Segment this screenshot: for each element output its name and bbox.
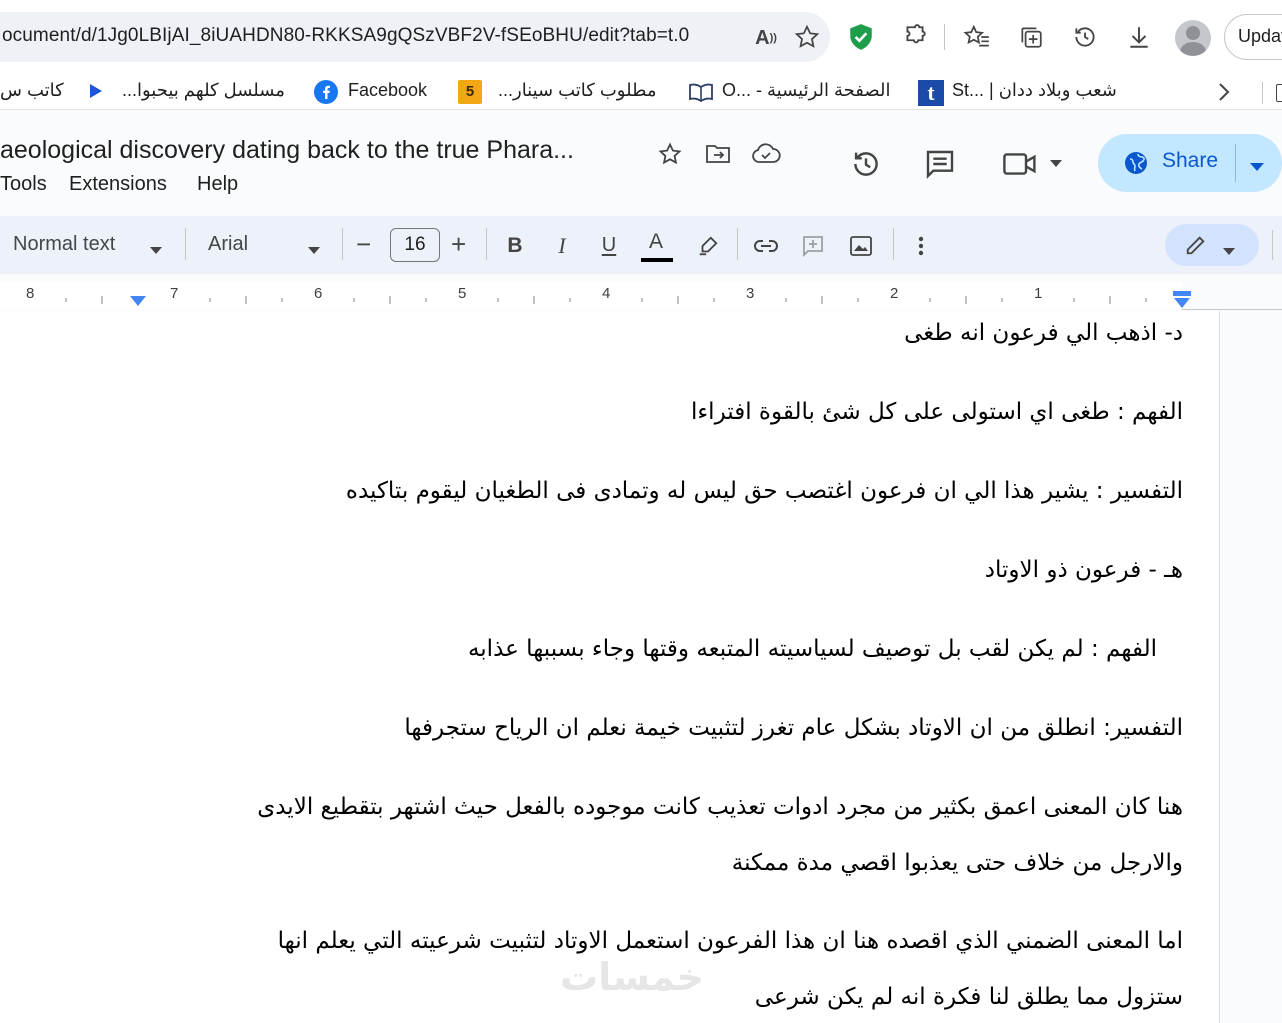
more-options-icon[interactable] <box>910 233 932 259</box>
divider <box>486 228 487 260</box>
cloud-saved-icon[interactable] <box>750 140 782 168</box>
book-icon <box>688 80 714 104</box>
t-icon: t <box>918 80 944 106</box>
divider <box>342 228 343 260</box>
history-icon[interactable] <box>1070 22 1100 52</box>
bookmark-label: مطلوب كاتب سينار... <box>498 80 657 100</box>
divider <box>944 24 945 50</box>
paragraph[interactable]: اما المعنى الضمني الذي اقصده هنا ان هذا … <box>278 913 1183 969</box>
divider <box>1272 230 1273 260</box>
paragraph[interactable]: د- اذهب الي فرعون انه طغى <box>904 311 1183 361</box>
extensions-puzzle-icon[interactable] <box>900 22 930 52</box>
decrease-font-button[interactable]: − <box>356 229 371 260</box>
paragraph[interactable]: الفهم : لم يكن لقب بل توصيف لسياسيته الم… <box>468 621 1157 677</box>
left-indent-marker[interactable] <box>130 296 146 306</box>
chevron-down-icon[interactable] <box>150 241 162 259</box>
bookmark-label: كاتب س <box>0 80 64 100</box>
bookmark-item[interactable]: كاتب س <box>0 80 64 104</box>
menu-help[interactable]: Help <box>197 173 238 196</box>
italic-icon[interactable]: I <box>549 233 575 259</box>
divider <box>893 228 894 260</box>
meet-video-icon[interactable] <box>1000 146 1040 182</box>
paragraph-continuation[interactable]: والارجل من خلاف حتى يعذبوا اقصي مدة ممكن… <box>732 835 1183 891</box>
right-gutter <box>1221 311 1282 1023</box>
bookmark-label: شعب وبلاد ددان | ...St <box>952 80 1117 100</box>
folder-icon[interactable] <box>1276 84 1282 102</box>
first-line-indent-marker[interactable] <box>1173 291 1191 296</box>
chevron-down-icon[interactable] <box>308 241 320 259</box>
highlighter-icon[interactable] <box>694 233 722 259</box>
paragraph[interactable]: التفسير : يشير هذا الي ان فرعون اغتصب حق… <box>346 463 1183 519</box>
share-button[interactable]: Share <box>1098 134 1282 192</box>
divider <box>1262 82 1263 104</box>
chevron-down-icon[interactable] <box>1046 154 1066 174</box>
underline-icon[interactable]: U <box>596 231 622 259</box>
document-page[interactable]: د- اذهب الي فرعون انه طغى الفهم : طغى اي… <box>0 311 1220 1023</box>
update-button[interactable]: Updat <box>1224 14 1282 60</box>
ruler-ticks <box>65 296 1147 304</box>
editing-mode-button[interactable] <box>1165 224 1259 266</box>
divider <box>1235 144 1236 182</box>
chevron-down-icon <box>1223 242 1235 260</box>
right-indent-marker[interactable] <box>1174 298 1190 308</box>
five-icon: 5 <box>458 80 482 104</box>
browser-toolbar: ocument/d/1Jg0LBIjAI_8iUAHDN80-RKKSA9gQS… <box>0 0 1282 74</box>
document-title[interactable]: aeological discovery dating back to the … <box>0 136 574 165</box>
add-comment-icon[interactable] <box>799 233 827 259</box>
update-label: Updat <box>1238 26 1282 46</box>
style-select[interactable]: Normal text <box>13 233 115 256</box>
formatting-toolbar: Normal text Arial − 16 + B I U A <box>0 216 1282 274</box>
read-aloud-icon[interactable]: A)) <box>752 24 780 52</box>
chevron-right-icon[interactable] <box>1212 80 1236 104</box>
downloads-icon[interactable] <box>1124 22 1154 52</box>
bookmark-label: مسلسل كلهم بيحبوا... <box>122 80 285 100</box>
insert-link-icon[interactable] <box>752 233 780 259</box>
bookmark-label: Facebook <box>348 80 428 100</box>
favorites-icon[interactable] <box>962 22 992 52</box>
version-history-icon[interactable] <box>848 146 884 182</box>
bold-icon[interactable]: B <box>502 233 528 259</box>
menu-tools[interactable]: Tools <box>0 173 47 196</box>
move-to-folder-icon[interactable] <box>704 140 732 168</box>
paragraph[interactable]: التفسير: انطلق من ان الاوتاد بشكل عام تغ… <box>404 700 1183 756</box>
font-select[interactable]: Arial <box>208 233 248 256</box>
font-size-input[interactable]: 16 <box>390 228 440 262</box>
insert-image-icon[interactable] <box>847 233 875 259</box>
ruler: 8 7 6 5 4 3 2 1 <box>0 282 1282 310</box>
url-text[interactable]: ocument/d/1Jg0LBIjAI_8iUAHDN80-RKKSA9gQS… <box>2 25 689 47</box>
globe-icon <box>1124 151 1148 175</box>
share-dropdown-icon[interactable] <box>1250 159 1264 177</box>
collections-icon[interactable] <box>1016 22 1046 52</box>
text-color-icon[interactable]: A <box>641 228 673 264</box>
paragraph[interactable]: الفهم : طغى اي استولى على كل شئ بالقوة ا… <box>691 384 1183 440</box>
divider <box>737 228 738 260</box>
bookmark-label: الصفحة الرئيسية - ...O <box>722 80 891 100</box>
docs-header: aeological discovery dating back to the … <box>0 110 1282 210</box>
facebook-icon <box>314 80 338 104</box>
menu-extensions[interactable]: Extensions <box>69 173 167 196</box>
share-label: Share <box>1162 149 1219 172</box>
address-bar[interactable]: ocument/d/1Jg0LBIjAI_8iUAHDN80-RKKSA9gQS… <box>0 12 830 62</box>
shield-extension-icon[interactable] <box>846 22 876 52</box>
play-icon <box>86 81 106 101</box>
increase-font-button[interactable]: + <box>451 229 466 260</box>
watermark-logo: خمسات <box>560 955 704 999</box>
comments-icon[interactable] <box>922 146 958 182</box>
bookmarks-bar: كاتب س مسلسل كلهم بيحبوا... Facebook 5 م… <box>0 74 1282 110</box>
paragraph[interactable]: هـ - فرعون ذو الاوتاد <box>985 542 1183 598</box>
pencil-icon <box>1185 234 1207 261</box>
paragraph-continuation[interactable]: ستزول مما يطلق لنا فكرة انه لم يكن شرعى <box>755 969 1183 1023</box>
paragraph[interactable]: هنا كان المعنى اعمق بكثير من مجرد ادوات … <box>257 779 1183 835</box>
bookmark-star-icon[interactable] <box>792 22 822 52</box>
divider <box>185 228 186 260</box>
profile-avatar[interactable] <box>1175 20 1211 56</box>
star-icon[interactable] <box>656 140 684 168</box>
